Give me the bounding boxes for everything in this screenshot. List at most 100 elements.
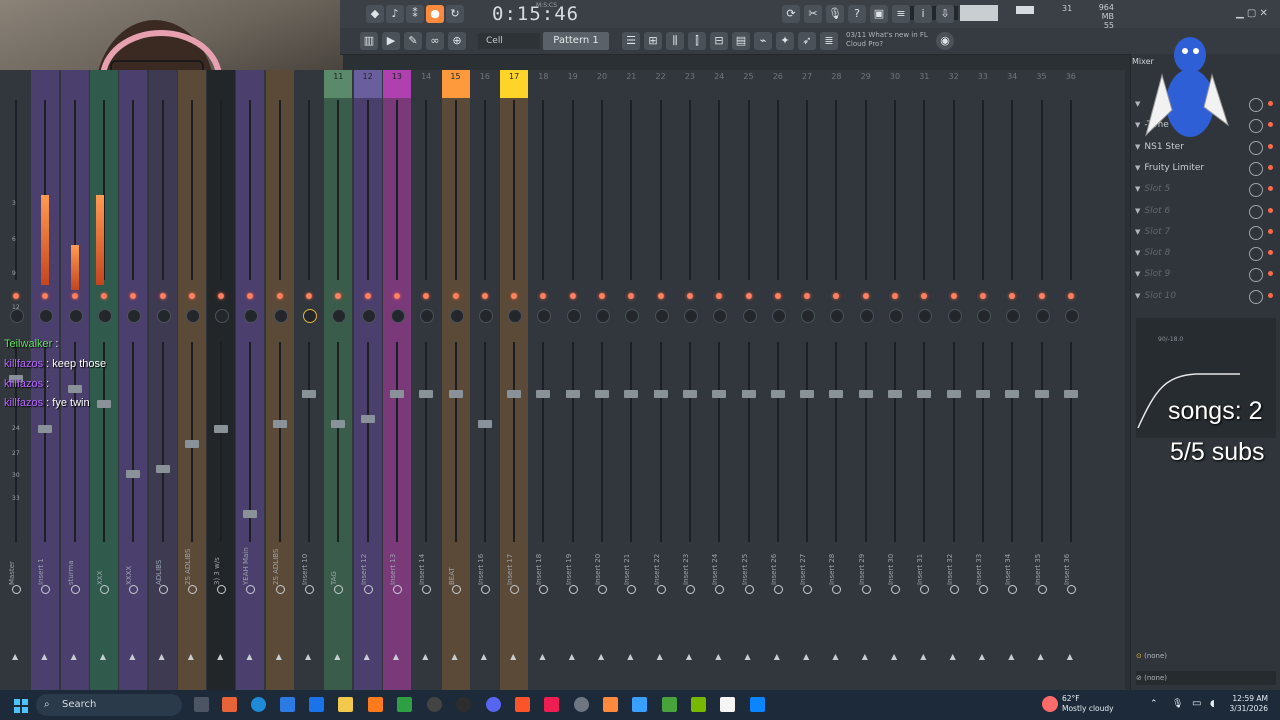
pan-knob[interactable]	[10, 309, 24, 323]
pan-knob[interactable]	[508, 309, 523, 323]
route-button[interactable]	[978, 585, 988, 594]
nvidia-icon[interactable]	[691, 697, 706, 712]
photos-icon[interactable]	[632, 697, 647, 712]
pan-knob[interactable]	[361, 309, 376, 323]
pan-knob[interactable]	[420, 309, 435, 323]
mixer-strip[interactable]: XXX ▲	[89, 70, 118, 690]
mute-led[interactable]	[657, 293, 664, 299]
mic-icon[interactable]: 🎙	[826, 5, 844, 23]
pan-knob[interactable]	[390, 309, 405, 323]
fl-studio-icon[interactable]	[603, 697, 618, 712]
pan-knob[interactable]	[713, 309, 728, 323]
send-arrow-icon[interactable]: ▲	[334, 652, 340, 661]
volume-fader[interactable]	[595, 390, 609, 398]
route-button[interactable]	[656, 585, 666, 594]
send-arrow-icon[interactable]: ▲	[188, 652, 194, 661]
volume-fader[interactable]	[565, 390, 580, 398]
pan-knob[interactable]	[449, 309, 464, 323]
edge-icon[interactable]	[251, 697, 266, 712]
route-button[interactable]	[158, 585, 168, 594]
send-arrow-icon[interactable]: ▲	[364, 652, 370, 661]
browser-icon[interactable]: ⊟	[710, 32, 728, 50]
send-arrow-icon[interactable]: ▲	[686, 652, 692, 661]
display-tray-icon[interactable]: ▭	[1192, 698, 1201, 709]
mute-led[interactable]	[159, 293, 166, 299]
xbox-icon[interactable]	[397, 697, 412, 712]
pan-knob[interactable]	[127, 309, 142, 323]
mute-led[interactable]	[247, 293, 254, 299]
chrome-icon[interactable]	[574, 697, 589, 712]
route-button[interactable]	[246, 585, 256, 594]
pan-knob[interactable]	[537, 309, 552, 323]
brave-icon[interactable]	[515, 697, 530, 712]
send-arrow-icon[interactable]: ▲	[481, 652, 487, 661]
send-arrow-icon[interactable]: ▲	[217, 652, 223, 661]
play-icon[interactable]: ▶	[382, 32, 400, 50]
pan-knob[interactable]	[478, 309, 493, 323]
slot-menu-icon[interactable]: ▼	[1135, 207, 1140, 215]
tiktok-icon[interactable]	[544, 697, 559, 712]
effect-slot[interactable]: ▼ Slot 10	[1135, 286, 1275, 306]
volume-fader[interactable]	[419, 390, 434, 398]
route-button[interactable]	[275, 585, 285, 594]
export-icon[interactable]: ⇩	[936, 5, 954, 23]
taskview-icon[interactable]	[194, 697, 209, 712]
volume-fader[interactable]	[184, 440, 199, 448]
volume-fader[interactable]	[858, 390, 873, 398]
mic-tray-icon[interactable]: 🎙	[1172, 699, 1183, 709]
effect-slot[interactable]: ▼ Slot 6	[1135, 201, 1275, 221]
news-ticker[interactable]: 03/11 What's new in FL Cloud Pro?	[846, 31, 928, 49]
send-arrow-icon[interactable]: ▲	[246, 652, 252, 661]
mute-led[interactable]	[13, 293, 19, 299]
send-arrow-icon[interactable]: ▲	[950, 652, 956, 661]
route-button[interactable]	[363, 585, 373, 594]
send-arrow-icon[interactable]: ▲	[745, 652, 751, 661]
mute-led[interactable]	[481, 293, 488, 299]
excel-icon[interactable]	[662, 697, 677, 712]
mixer-strip[interactable]: 23 Insert 23 ▲	[676, 70, 704, 690]
mute-led[interactable]	[540, 293, 547, 299]
mixer-strip[interactable]: 3) 3 w/s ▲	[207, 70, 236, 690]
pan-knob[interactable]	[68, 309, 83, 323]
mixer-strip[interactable]: sturma ▲	[60, 70, 89, 690]
mixer-strip[interactable]: 36 Insert 36 ▲	[1057, 70, 1085, 690]
pan-knob[interactable]	[683, 309, 698, 323]
pan-knob[interactable]	[889, 309, 903, 323]
volume-fader[interactable]	[389, 390, 404, 398]
slot-enable-led[interactable]	[1268, 292, 1273, 298]
mute-led[interactable]	[686, 293, 693, 299]
app-icon[interactable]	[750, 697, 765, 712]
route-button[interactable]	[598, 585, 607, 594]
route-button[interactable]	[832, 585, 842, 594]
volume-fader[interactable]	[243, 510, 258, 518]
volume-fader[interactable]	[800, 390, 815, 398]
save-icon[interactable]: ▣	[870, 5, 888, 23]
slot-mix-knob[interactable]	[1249, 161, 1263, 176]
volume-fader[interactable]	[1005, 390, 1020, 398]
mute-led[interactable]	[1038, 293, 1045, 299]
slot-enable-led[interactable]	[1268, 186, 1273, 192]
mute-led[interactable]	[1009, 293, 1016, 299]
mixer-strip[interactable]: 2S ADLIBS ▲	[265, 70, 294, 690]
mute-led[interactable]	[130, 293, 137, 299]
mute-led[interactable]	[218, 293, 225, 299]
copilot-icon[interactable]	[222, 697, 237, 712]
pan-knob[interactable]	[39, 309, 54, 323]
slot-enable-led[interactable]	[1268, 143, 1273, 149]
route-button[interactable]	[12, 585, 21, 594]
slot-menu-icon[interactable]: ▼	[1135, 270, 1140, 278]
tempo-icon[interactable]: ◆	[366, 5, 384, 23]
route-button[interactable]	[744, 585, 754, 594]
route-button[interactable]	[187, 585, 197, 594]
pan-knob[interactable]	[654, 309, 669, 323]
volume-fader[interactable]	[272, 420, 287, 428]
plug-icon[interactable]: ⌁	[754, 32, 772, 50]
bird-icon[interactable]: ➶	[798, 32, 816, 50]
mixer-strip[interactable]: 27 Insert 27 ▲	[793, 70, 821, 690]
route-button[interactable]	[480, 585, 490, 594]
route-button[interactable]	[1008, 585, 1018, 594]
slot-menu-icon[interactable]: ▼	[1135, 185, 1140, 193]
send-arrow-icon[interactable]: ▲	[393, 652, 399, 661]
fl-cloud-icon[interactable]: ◉	[936, 32, 954, 50]
pan-knob[interactable]	[156, 309, 171, 323]
